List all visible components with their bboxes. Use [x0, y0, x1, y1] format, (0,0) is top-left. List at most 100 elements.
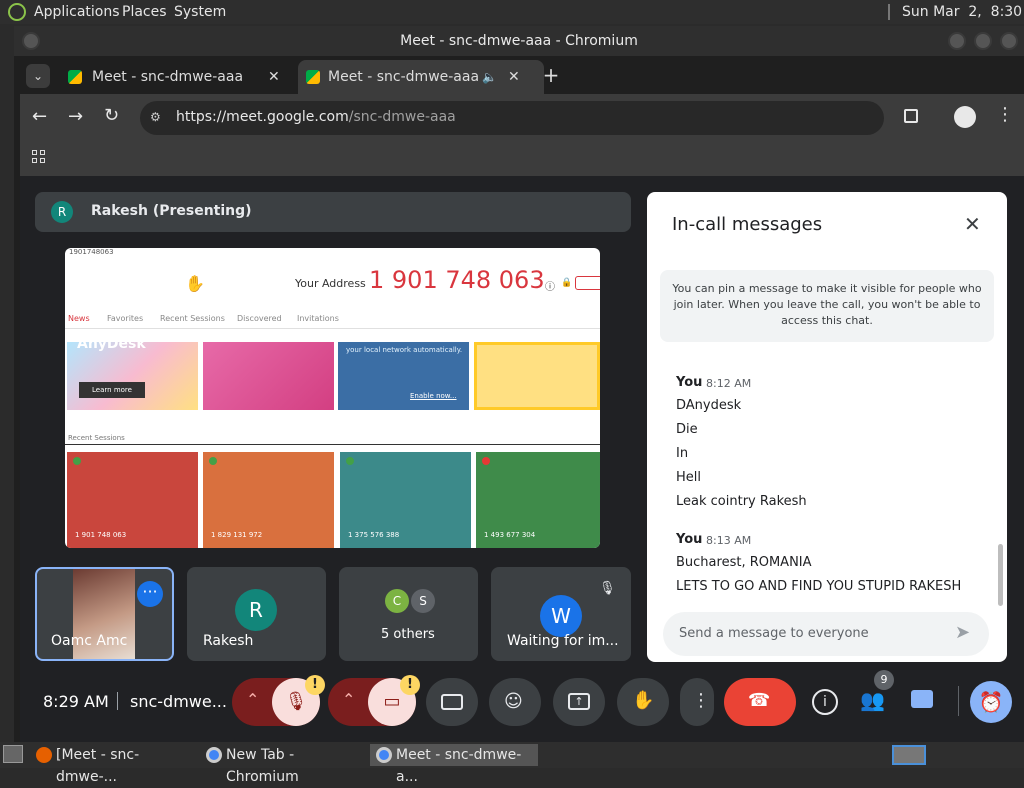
session-id: 1 829 131 972 — [211, 531, 263, 539]
nav-tab-news: News — [68, 314, 90, 323]
applications-icon[interactable] — [8, 3, 26, 21]
forward-icon[interactable]: → — [68, 106, 83, 127]
session-id: 1 375 576 388 — [348, 531, 400, 539]
taskbar-item-active[interactable]: Meet - snc-dmwe-a... — [370, 744, 538, 785]
taskbar-item-label: [Meet - snc-dmwe-... — [56, 747, 140, 785]
online-status-icon — [209, 457, 217, 465]
presenter-label: Rakesh (Presenting) — [91, 203, 252, 219]
message-time: 8:13 AM — [706, 534, 752, 547]
window-titlebar[interactable]: Meet - snc-dmwe-aaa - Chromium — [14, 26, 1024, 56]
captions-button[interactable] — [426, 678, 478, 726]
participant-avatar: C — [385, 589, 409, 613]
chat-icon[interactable] — [911, 690, 933, 708]
message-sender: You — [676, 375, 703, 390]
your-address-label: Your Address — [295, 277, 366, 290]
chat-scrollbar[interactable] — [998, 544, 1003, 606]
tab-search-chevron-icon[interactable]: ⌄ — [26, 64, 50, 88]
participant-avatar: S — [411, 589, 435, 613]
chromium-icon — [376, 747, 392, 763]
chat-input[interactable]: Send a message to everyone ➤ — [663, 612, 989, 656]
nav-tab-recent: Recent Sessions — [160, 314, 225, 323]
participant-tile-others[interactable]: C S 5 others — [339, 567, 478, 661]
close-tab-icon[interactable]: ✕ — [508, 60, 520, 94]
window-title: Meet - snc-dmwe-aaa - Chromium — [400, 33, 638, 49]
participant-name: Waiting for im... — [507, 633, 619, 649]
menu-applications[interactable]: Applications — [34, 4, 120, 20]
more-options-button[interactable]: ⋮ — [680, 678, 714, 726]
url-path: /snc-dmwe-aaa — [348, 109, 456, 125]
shared-screen[interactable]: 1901748063 ✋ Your Address 1 901 748 063 … — [65, 248, 600, 548]
end-call-icon: ☎ — [748, 690, 771, 711]
session-id: 1 493 677 304 — [484, 531, 536, 539]
presenter-bar: R Rakesh (Presenting) — [35, 192, 631, 232]
close-window-icon[interactable] — [1000, 32, 1018, 50]
omnibox[interactable]: ⚙ https://meet.google.com/snc-dmwe-aaa — [140, 101, 884, 135]
reactions-button[interactable]: ☺ — [489, 678, 541, 726]
activities-icon[interactable]: ⏰ — [970, 681, 1012, 723]
shared-small-id: 1901748063 — [69, 248, 114, 256]
people-icon[interactable]: 👥 — [860, 688, 885, 712]
firefox-icon — [36, 747, 52, 763]
camera-options-chevron-icon[interactable]: ⌃ — [342, 690, 355, 709]
connect-button — [575, 276, 600, 290]
your-address-value: 1 901 748 063 — [369, 266, 545, 294]
more-vert-icon: ⋮ — [692, 690, 710, 711]
send-icon[interactable]: ➤ — [955, 622, 970, 643]
raise-hand-icon: ✋ — [632, 690, 655, 711]
participant-name: 5 others — [381, 627, 435, 642]
mic-off-icon: 🎙 — [599, 581, 616, 596]
more-options-icon[interactable]: ··· — [137, 581, 163, 607]
divider — [65, 444, 600, 445]
participant-avatar: W — [540, 595, 582, 637]
system-clock[interactable]: Sun Mar 2, 8:30 AM — [902, 4, 1024, 20]
hand-icon: ✋ — [185, 274, 205, 293]
mic-options-chevron-icon[interactable]: ⌃ — [246, 690, 259, 709]
participant-tile-waiting[interactable]: 🎙 W Waiting for im... — [491, 567, 631, 661]
system-top-panel: Applications Places System Sun Mar 2, 8:… — [0, 0, 1024, 24]
chat-message: Hell — [676, 470, 701, 485]
back-icon[interactable]: ← — [32, 106, 47, 127]
tab-meet-2[interactable]: Meet - snc-dmwe-aaa 🔈 ✕ — [298, 60, 544, 94]
recent-sessions-label: Recent Sessions — [68, 434, 125, 442]
menu-places[interactable]: Places — [122, 4, 167, 20]
profile-icon[interactable] — [954, 106, 976, 128]
extensions-icon[interactable] — [904, 109, 918, 123]
new-tab-icon[interactable]: + — [540, 64, 562, 86]
menu-system[interactable]: System — [174, 4, 226, 20]
chat-title: In-call messages — [672, 214, 823, 235]
meeting-code[interactable]: snc-dmwe... — [130, 692, 227, 711]
meeting-details-icon[interactable]: i — [812, 689, 838, 715]
site-info-icon[interactable]: ⚙ — [150, 110, 161, 124]
close-chat-icon[interactable]: ✕ — [964, 212, 981, 236]
session-card: 1 901 748 063 — [67, 452, 198, 548]
raise-hand-button[interactable]: ✋ — [617, 678, 669, 726]
taskbar-item-label: Meet - snc-dmwe-a... — [396, 747, 522, 785]
tab-audio-icon[interactable]: 🔈 — [482, 60, 497, 94]
maximize-icon[interactable] — [974, 32, 992, 50]
offline-status-icon — [482, 457, 490, 465]
taskbar-item[interactable]: [Meet - snc-dmwe-... — [30, 744, 200, 785]
chromium-icon — [206, 747, 222, 763]
chat-message: Die — [676, 422, 698, 437]
taskbar-item[interactable]: New Tab - Chromium — [200, 744, 368, 785]
show-desktop-icon[interactable] — [3, 745, 23, 763]
tab-meet-1[interactable]: Meet - snc-dmwe-aaa ✕ — [60, 60, 296, 94]
bottom-divider — [958, 686, 959, 716]
participant-name: Oamc Amc — [51, 633, 128, 649]
workspace-switcher-icon[interactable] — [892, 745, 926, 765]
current-time: 8:29 AM — [43, 692, 109, 711]
leave-call-button[interactable]: ☎ — [724, 678, 796, 726]
news-card-pink — [203, 342, 334, 410]
taskbar-item-label: New Tab - Chromium — [226, 747, 299, 785]
window-menu-icon[interactable] — [22, 32, 40, 50]
minimize-icon[interactable] — [948, 32, 966, 50]
present-button[interactable]: ↑ — [553, 678, 605, 726]
browser-menu-icon[interactable]: ⋮ — [996, 104, 1014, 125]
chat-message: Bucharest, ROMANIA — [676, 555, 812, 570]
apps-grid-icon[interactable] — [32, 150, 46, 164]
nav-tab-discovered: Discovered — [237, 314, 282, 323]
participant-tile-rakesh[interactable]: R Rakesh — [187, 567, 326, 661]
participant-tile-self[interactable]: ··· Oamc Amc — [35, 567, 174, 661]
close-tab-icon[interactable]: ✕ — [268, 60, 280, 94]
reload-icon[interactable]: ↻ — [104, 105, 119, 126]
